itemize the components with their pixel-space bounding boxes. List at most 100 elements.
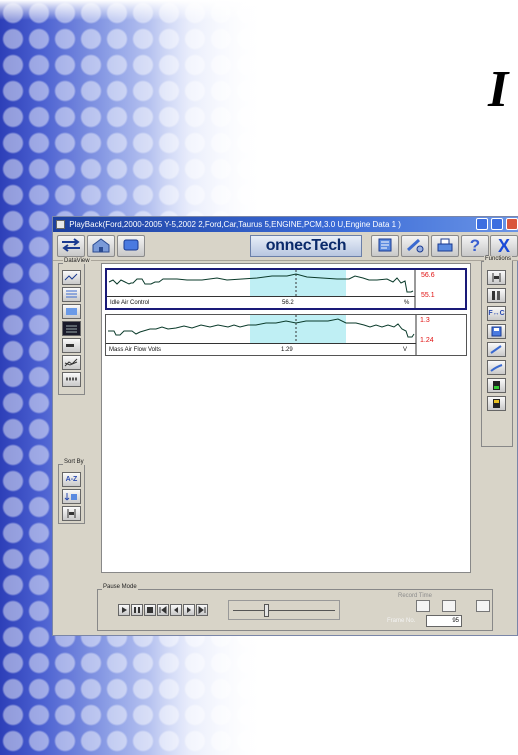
trigger-button[interactable] — [487, 396, 506, 411]
transfer-button[interactable] — [57, 235, 85, 257]
notebook-icon — [378, 238, 392, 252]
playback-window: PlayBack(Ford,2000-2005 Y-5,2002 2,Ford,… — [52, 216, 518, 636]
meter-view-button[interactable] — [62, 304, 81, 319]
play-button[interactable] — [118, 604, 130, 616]
sort-user-button[interactable] — [62, 489, 81, 504]
edit-button[interactable] — [487, 360, 506, 375]
dataview-group: DataView — [58, 258, 91, 395]
pid-min-value: 1.24 — [420, 337, 434, 344]
sort-az-button[interactable]: A-Z — [62, 472, 81, 487]
help-button[interactable]: ? — [461, 235, 489, 257]
step-back-button[interactable] — [170, 604, 182, 616]
grid-view-button[interactable] — [62, 372, 81, 387]
home-button[interactable] — [87, 235, 115, 257]
toolbar: onnecTech ? X — [53, 232, 518, 261]
app-icon — [56, 220, 65, 229]
record-icon — [123, 239, 139, 251]
slider-thumb[interactable] — [264, 604, 270, 617]
digital-view-icon — [66, 325, 77, 333]
stop-icon — [147, 607, 153, 613]
window-title: PlayBack(Ford,2000-2005 Y-5,2002 2,Ford,… — [69, 220, 401, 229]
dataview-label: DataView — [63, 258, 91, 264]
minimize-button[interactable] — [475, 218, 488, 230]
save-button[interactable] — [487, 324, 506, 339]
pid-graph-idle-air-control[interactable]: Idle Air Control 56.2 % 56.6 55.1 — [105, 268, 467, 310]
sort-user-icon — [64, 493, 77, 501]
record-button[interactable] — [117, 235, 145, 257]
save-icon — [491, 326, 502, 337]
graph-view-icon — [64, 273, 78, 281]
units-toggle-icon: F↔C — [488, 310, 505, 317]
tools-icon — [406, 238, 424, 253]
functions-label: Functions — [484, 256, 513, 262]
exit-button[interactable]: X — [490, 235, 518, 257]
data-plot-area: Idle Air Control 56.2 % 56.6 55.1 Mass A… — [101, 263, 471, 573]
zoom-button[interactable] — [487, 342, 506, 357]
fast-forward-button[interactable] — [196, 604, 208, 616]
fast-forward-icon — [198, 606, 206, 614]
multi-graph-icon — [64, 358, 78, 367]
trigger-icon — [493, 399, 500, 408]
pause-mode-group: Pause Mode Record Time Frame No. 95 — [97, 584, 493, 631]
select-pid-button[interactable] — [487, 270, 506, 285]
units-toggle-button[interactable]: F↔C — [487, 306, 506, 321]
print-button[interactable] — [431, 235, 459, 257]
list-view-icon — [66, 290, 77, 298]
battery-button[interactable] — [487, 378, 506, 393]
print-icon — [437, 238, 453, 252]
tools-button[interactable] — [401, 235, 429, 257]
exit-icon: X — [497, 236, 510, 256]
step-back-icon — [174, 607, 178, 613]
select-pid-icon — [492, 273, 501, 282]
pid-value: 1.29 — [281, 347, 293, 353]
pid-max-value: 56.6 — [421, 272, 435, 279]
pid-name: Idle Air Control — [110, 300, 150, 306]
pause-mode-label: Pause Mode — [102, 584, 138, 590]
battery-icon — [493, 381, 500, 390]
sort-default-button[interactable] — [62, 506, 81, 521]
edit-icon — [490, 364, 503, 372]
pid-value: 56.2 — [282, 300, 294, 306]
title-bar[interactable]: PlayBack(Ford,2000-2005 Y-5,2002 2,Ford,… — [53, 217, 518, 232]
sort-az-icon: A-Z — [65, 476, 78, 483]
pid-unit: % — [404, 300, 410, 306]
notebook-button[interactable] — [371, 235, 399, 257]
graph-view-button[interactable] — [62, 270, 81, 285]
pause-button[interactable] — [131, 604, 143, 616]
meter-view-icon — [66, 308, 77, 315]
pid-max-value: 1.3 — [420, 317, 430, 324]
pid-name: Mass Air Flow Volts — [109, 347, 162, 353]
stop-button[interactable] — [144, 604, 156, 616]
connectech-logo: onnecTech — [250, 235, 362, 257]
functions-group: Functions F↔C — [481, 256, 513, 447]
rewind-start-icon — [159, 606, 167, 614]
maximize-button[interactable] — [490, 218, 503, 230]
record-time-hours[interactable] — [416, 600, 430, 612]
step-forward-button[interactable] — [183, 604, 195, 616]
play-icon — [122, 607, 127, 613]
home-icon — [92, 238, 110, 253]
step-forward-icon — [187, 607, 191, 613]
bar-view-button[interactable] — [62, 338, 81, 353]
close-button[interactable] — [506, 218, 518, 230]
digital-view-button[interactable] — [62, 321, 81, 336]
bar-view-icon — [66, 344, 74, 347]
rewind-start-button[interactable] — [157, 604, 169, 616]
pid-graph-mass-air-flow-volts[interactable]: Mass Air Flow Volts 1.29 V 1.3 1.24 — [105, 314, 467, 356]
zoom-icon — [490, 345, 502, 354]
logo-text: onnecTech — [265, 237, 347, 254]
record-time-minutes[interactable] — [442, 600, 456, 612]
multi-graph-button[interactable] — [62, 355, 81, 370]
record-time-seconds[interactable] — [476, 600, 490, 612]
grid-view-icon — [66, 377, 77, 381]
frame-number-field[interactable]: 95 — [426, 615, 462, 627]
sortby-group: Sort By A-Z — [58, 459, 85, 524]
frame-number-label: Frame No. — [387, 618, 416, 624]
freeze-icon — [492, 291, 500, 300]
slide-title-letter: I — [488, 61, 509, 118]
playback-slider[interactable] — [228, 600, 340, 620]
pid-unit: V — [403, 347, 408, 353]
freeze-button[interactable] — [487, 288, 506, 303]
sort-default-icon — [67, 509, 76, 518]
list-view-button[interactable] — [62, 287, 81, 302]
